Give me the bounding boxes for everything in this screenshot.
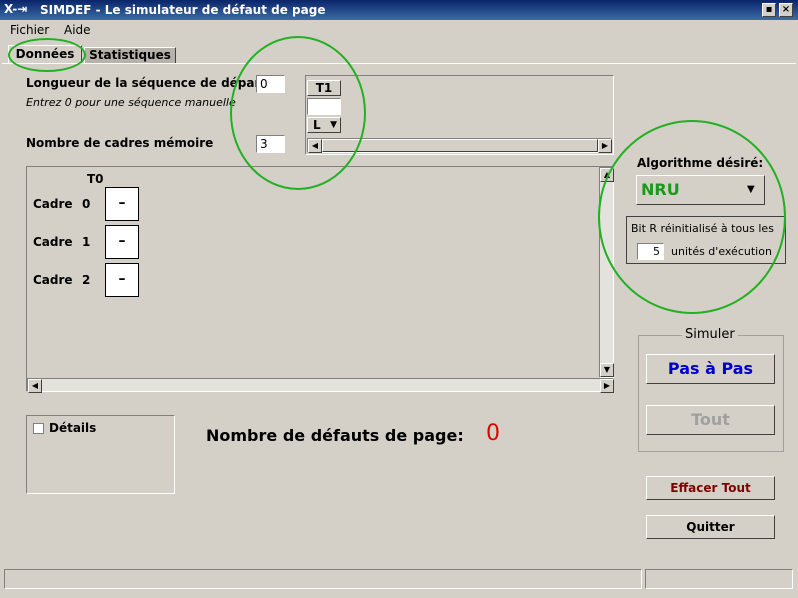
close-button[interactable]: × — [779, 3, 793, 17]
sequence-hint: Entrez 0 pour une séquence manuelle — [26, 96, 236, 109]
clear-all-button[interactable]: Effacer Tout — [646, 476, 775, 500]
run-all-button[interactable]: Tout — [646, 405, 775, 435]
quit-button[interactable]: Quitter — [646, 515, 775, 539]
cadre-0-value: – — [105, 187, 139, 221]
frames-hscrollbar[interactable]: ◀ ▶ — [27, 378, 614, 393]
faults-label: Nombre de défauts de page: — [206, 426, 464, 445]
minimize-button[interactable]: ▪ — [762, 3, 776, 17]
scroll-left-icon[interactable]: ◀ — [28, 379, 42, 393]
tab-panel-border — [2, 63, 796, 64]
frames-column-header: T0 — [87, 172, 104, 186]
cadre-0-index: 0 — [82, 197, 91, 211]
menu-bar: Fichier Aide — [0, 20, 798, 40]
step-button[interactable]: Pas à Pas — [646, 354, 775, 384]
scroll-thumb[interactable] — [322, 139, 598, 152]
scroll-right-icon[interactable]: ▶ — [600, 379, 614, 393]
cadre-2-index: 2 — [82, 273, 91, 287]
details-panel: Détails — [26, 415, 175, 494]
scroll-down-icon[interactable]: ▼ — [600, 363, 614, 377]
details-checkbox[interactable] — [33, 423, 44, 434]
menu-aide[interactable]: Aide — [64, 23, 91, 37]
simulate-label: Simuler — [682, 327, 738, 342]
cadre-2-value: – — [105, 263, 139, 297]
scroll-right-icon[interactable]: ▶ — [598, 139, 612, 153]
status-bar-secondary — [645, 569, 793, 589]
annotation-circle-sequence — [230, 36, 366, 190]
app-icon: X-⇥ — [4, 2, 28, 16]
cadre-0-label: Cadre — [33, 197, 73, 211]
menu-fichier[interactable]: Fichier — [10, 23, 49, 37]
tab-statistiques[interactable]: Statistiques — [84, 47, 176, 63]
cadre-1-value: – — [105, 225, 139, 259]
frames-panel: T0 Cadre 0 – Cadre 1 – Cadre 2 – ▲ ▼ ◀ ▶ — [26, 166, 614, 393]
details-label: Détails — [49, 421, 97, 435]
status-bar-main — [4, 569, 642, 589]
title-bar: X-⇥ SIMDEF - Le simulateur de défaut de … — [0, 0, 798, 20]
frames-count-label: Nombre de cadres mémoire — [26, 136, 214, 150]
cadre-2-label: Cadre — [33, 273, 73, 287]
cadre-1-index: 1 — [82, 235, 91, 249]
cadre-1-label: Cadre — [33, 235, 73, 249]
sequence-length-label: Longueur de la séquence de départ — [26, 76, 267, 90]
annotation-circle-tab — [8, 38, 86, 72]
faults-value: 0 — [486, 421, 500, 446]
window-title: SIMDEF - Le simulateur de défaut de page — [40, 3, 326, 17]
annotation-circle-algorithm — [598, 120, 786, 314]
